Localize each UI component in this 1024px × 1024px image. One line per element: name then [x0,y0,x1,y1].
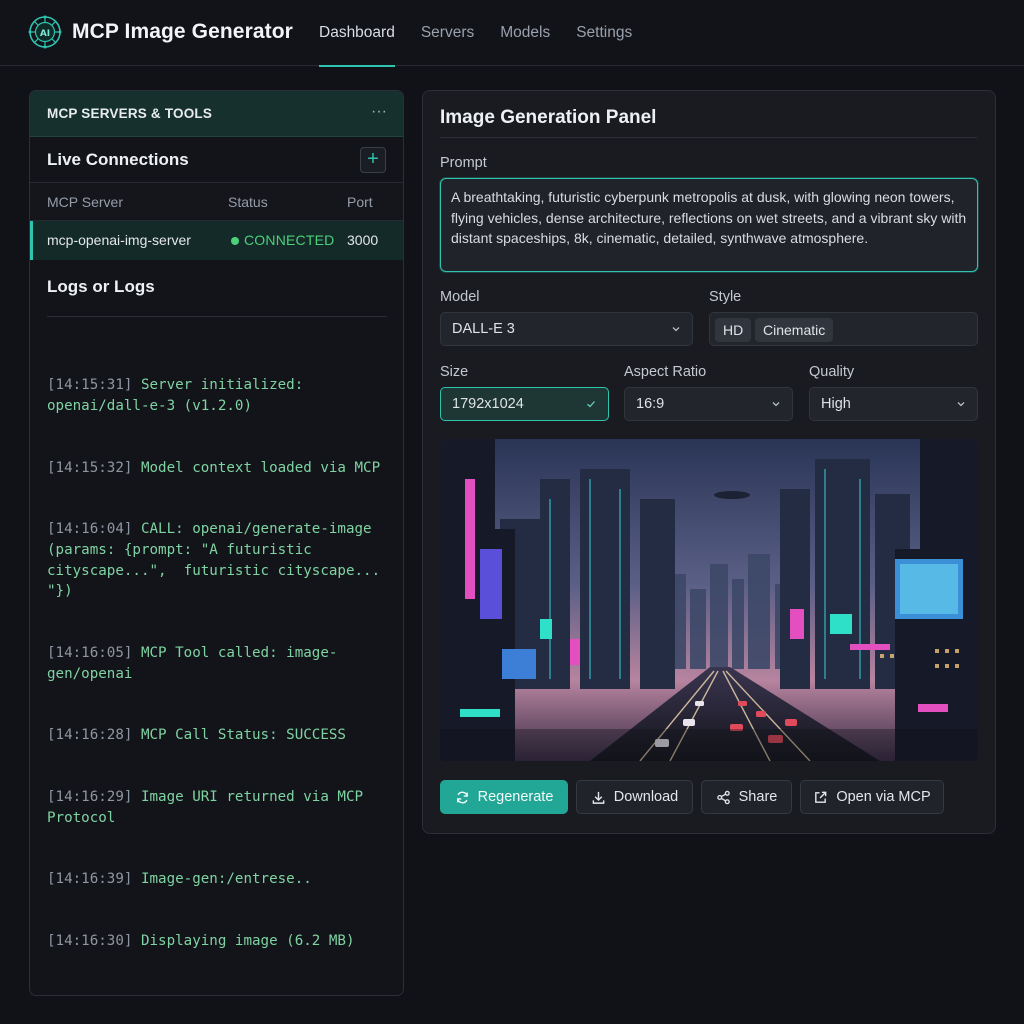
share-button[interactable]: Share [701,780,792,814]
log-line: [14:16:30] Displaying image (6.2 MB) [47,931,392,952]
logs-divider [47,316,387,317]
chevron-down-icon [957,402,965,407]
quality-selected-value: High [821,396,851,412]
log-timestamp: [14:16:39] [47,871,133,888]
log-line: [14:15:31] Server initialized: openai/da… [47,375,392,416]
servers-panel-title: MCP SERVERS & TOOLS [47,106,213,121]
check-icon [587,401,595,408]
top-bar: AI MCP Image Generator Dashboard Servers… [0,0,1024,67]
style-label: Style [709,289,742,305]
logs-title: Logs or Logs [47,277,155,296]
log-timestamp: [14:15:32] [47,459,133,476]
panel-title: Image Generation Panel [440,107,657,128]
add-connection-button[interactable]: + [360,147,386,173]
model-select[interactable]: DALL-E 3 [440,312,693,346]
log-timestamp: [14:15:31] [47,377,133,394]
servers-table-header: MCP Server Status Port [30,183,403,221]
ai-brain-logo-icon: AI [28,15,62,49]
server-port: 3000 [347,232,379,248]
size-select[interactable]: 1792x1024 [440,387,609,421]
nav-models[interactable]: Models [500,0,550,66]
prompt-label: Prompt [440,155,487,171]
download-label: Download [613,789,679,805]
table-row[interactable]: mcp-openai-img-server CONNECTED 3000 [30,221,403,260]
log-timestamp: [14:16:28] [47,727,133,744]
log-message: Image-gen:/entrese.. [132,871,312,888]
panel-divider [440,137,977,138]
log-line: [14:16:29] Image URI returned via MCP Pr… [47,787,392,828]
log-timestamp: [14:16:29] [47,789,133,806]
model-label: Model [440,289,480,305]
share-icon [716,790,730,804]
share-label: Share [738,789,778,805]
log-line: [14:16:28] MCP Call Status: SUCCESS [47,725,392,746]
log-message: Model context loaded via MCP [132,459,381,476]
open-via-mcp-button[interactable]: Open via MCP [800,780,944,814]
model-selected-value: DALL-E 3 [452,321,515,337]
servers-panel-header: MCP SERVERS & TOOLS ··· [30,91,403,137]
log-line: [14:16:04] CALL: openai/generate-image (… [47,519,392,601]
image-generation-panel: Image Generation Panel Prompt A breathta… [422,90,996,834]
aspect-ratio-select[interactable]: 16:9 [624,387,793,421]
cyberpunk-city-illustration [440,439,978,761]
log-timestamp: [14:16:05] [47,644,133,661]
chevron-down-icon [672,327,680,332]
log-line: [14:16:39] Image-gen:/entrese.. [47,869,392,890]
log-line: [14:16:05] MCP Tool called: image-gen/op… [47,643,392,684]
status-dot-icon [231,237,239,245]
column-header-server: MCP Server [47,194,123,210]
live-connections-title: Live Connections [47,150,189,169]
style-chip-cinematic[interactable]: Cinematic [755,318,834,342]
quality-select[interactable]: High [809,387,978,421]
log-timestamp: [14:16:30] [47,933,133,950]
style-tags-field[interactable]: HD Cinematic [709,312,978,346]
server-name: mcp-openai-img-server [47,232,191,248]
more-options-icon[interactable]: ··· [371,103,387,121]
mcp-servers-panel: MCP SERVERS & TOOLS ··· Live Connections… [29,90,404,996]
column-header-port: Port [347,194,373,210]
generated-image[interactable] [440,439,978,761]
refresh-icon [456,791,468,803]
download-button[interactable]: Download [576,780,693,814]
svg-text:AI: AI [40,29,50,39]
live-connections-row: Live Connections + [30,137,403,183]
main-nav: Dashboard Servers Models Settings [319,0,658,67]
log-timestamp: [14:16:04] [47,521,133,538]
aspect-ratio-selected-value: 16:9 [636,396,665,412]
quality-label: Quality [809,364,855,380]
size-selected-value: 1792x1024 [452,396,524,412]
log-message: Displaying image (6.2 MB) [132,933,355,950]
size-label: Size [440,364,469,380]
app-title: MCP Image Generator [72,20,293,43]
regenerate-button[interactable]: Regenerate [440,780,568,814]
log-message: MCP Call Status: SUCCESS [132,727,346,744]
download-icon [592,791,605,804]
style-chip-hd[interactable]: HD [715,318,752,342]
aspect-ratio-label: Aspect Ratio [624,364,707,380]
regenerate-label: Regenerate [477,789,554,805]
log-line: [14:15:32] Model context loaded via MCP [47,458,392,479]
prompt-input[interactable]: A breathtaking, futuristic cyberpunk met… [440,178,978,272]
open-via-mcp-label: Open via MCP [836,789,931,805]
nav-settings[interactable]: Settings [576,0,632,66]
nav-dashboard[interactable]: Dashboard [319,0,395,67]
external-link-icon [815,791,827,803]
column-header-status: Status [228,194,268,210]
log-output: [14:15:31] Server initialized: openai/da… [47,334,392,993]
chevron-down-icon [772,402,780,407]
nav-servers[interactable]: Servers [421,0,474,66]
status-badge: CONNECTED [244,232,335,248]
